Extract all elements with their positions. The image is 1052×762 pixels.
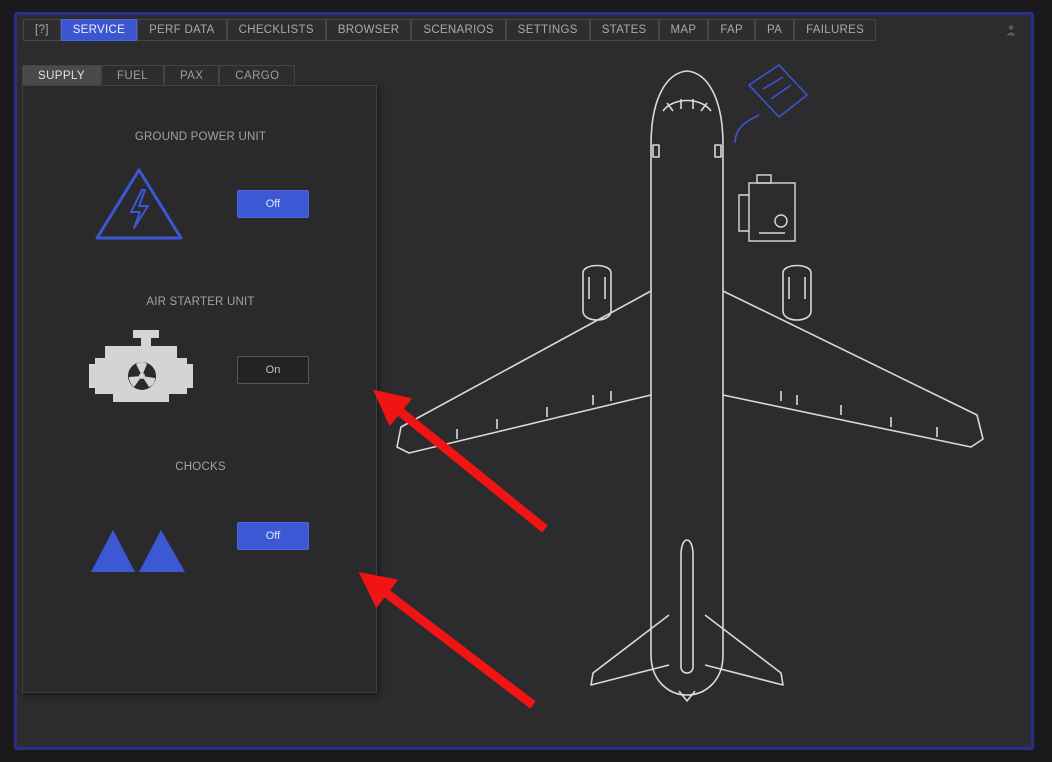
gpu-vehicle: [734, 63, 809, 144]
tab-checklists[interactable]: CHECKLISTS: [226, 19, 326, 41]
tab-fap[interactable]: FAP: [708, 19, 755, 41]
tab-browser[interactable]: BROWSER: [325, 19, 412, 41]
tab-service[interactable]: SERVICE: [60, 19, 138, 41]
asu-title: AIR STARTER UNIT: [146, 296, 255, 308]
tab-states[interactable]: STATES: [589, 19, 659, 41]
sub-tab-cargo[interactable]: CARGO: [219, 65, 296, 85]
engine-icon: [89, 326, 193, 413]
tab-perf-data[interactable]: PERF DATA: [137, 19, 227, 41]
sub-tab-fuel[interactable]: FUEL: [100, 65, 164, 85]
chocks-icon: [89, 526, 189, 579]
top-tab-bar: [?] SERVICE PERF DATA CHECKLISTS BROWSER…: [23, 19, 877, 43]
high-voltage-icon: [93, 166, 185, 247]
asu-toggle-button[interactable]: On: [237, 356, 309, 384]
tab-pa[interactable]: PA: [755, 19, 795, 41]
supply-panel: GROUND POWER UNIT Off AIR STARTER UNIT O…: [22, 85, 377, 693]
gpu-title: GROUND POWER UNIT: [134, 131, 267, 143]
asu-cart: [738, 174, 796, 242]
tab-settings[interactable]: SETTINGS: [505, 19, 590, 41]
service-sub-tabs: SUPPLY FUEL PAX CARGO: [22, 65, 296, 85]
person-icon[interactable]: [1005, 23, 1017, 36]
efb-window: [?] SERVICE PERF DATA CHECKLISTS BROWSER…: [14, 12, 1034, 750]
gpu-toggle-button[interactable]: Off: [237, 190, 309, 218]
chocks-toggle-button[interactable]: Off: [237, 522, 309, 550]
aircraft-diagram: [396, 63, 984, 702]
sub-tab-pax[interactable]: PAX: [163, 65, 220, 85]
sub-tab-supply[interactable]: SUPPLY: [22, 65, 101, 85]
tab-scenarios[interactable]: SCENARIOS: [411, 19, 506, 41]
tab-map[interactable]: MAP: [658, 19, 709, 41]
tab-failures[interactable]: FAILURES: [794, 19, 877, 41]
chocks-title: CHOCKS: [175, 461, 226, 473]
tab-help[interactable]: [?]: [23, 19, 61, 41]
